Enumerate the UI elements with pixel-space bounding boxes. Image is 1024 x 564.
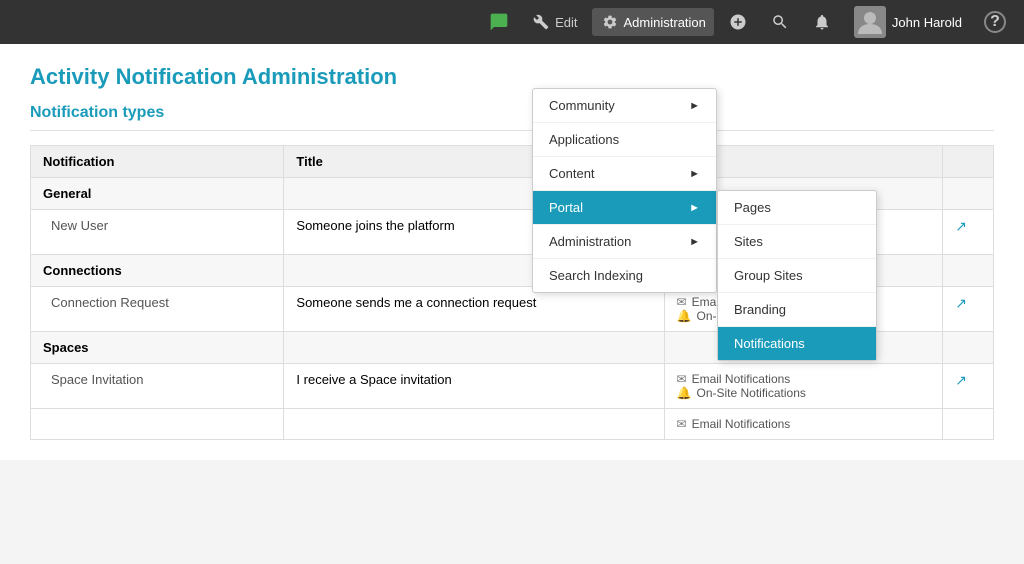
bell-nav-item[interactable]: [804, 8, 840, 36]
search-icon: [770, 12, 790, 32]
dropdown-sub-menu: Pages Sites Group Sites Branding Notific…: [717, 190, 877, 361]
email-icon: ✉: [677, 295, 687, 309]
wrench-icon: [531, 12, 551, 32]
menu-item-content[interactable]: Content ►: [533, 157, 716, 191]
bell-small-icon: 🔔: [677, 309, 692, 323]
help-icon: ?: [984, 11, 1006, 33]
sub-item-branding[interactable]: Branding: [718, 293, 876, 327]
arrow-icon: ►: [689, 202, 700, 214]
admin-dropdown: Community ► Applications Content ► Porta…: [532, 88, 717, 293]
group-label: General: [31, 178, 284, 210]
menu-item-search-indexing[interactable]: Search Indexing: [533, 259, 716, 292]
chat-icon: [489, 12, 509, 32]
section-title: Notification types: [30, 104, 994, 131]
menu-item-administration[interactable]: Administration ►: [533, 225, 716, 259]
chat-nav-item[interactable]: [481, 8, 517, 36]
edit-link[interactable]: ↗: [955, 372, 967, 388]
bell-small-icon: 🔔: [677, 386, 692, 400]
top-navigation: Edit Administration: [0, 0, 1024, 44]
search-nav-item[interactable]: [762, 8, 798, 36]
notification-details: ✉ Email Notifications: [664, 409, 943, 440]
table-row: ✉ Email Notifications: [31, 409, 994, 440]
col-notification: Notification: [31, 146, 284, 178]
add-nav-item[interactable]: [720, 8, 756, 36]
notification-name: Space Invitation: [31, 364, 284, 409]
notification-details: ✉ Email Notifications 🔔 On-Site Notifica…: [664, 364, 943, 409]
arrow-icon: ►: [689, 100, 700, 112]
sub-item-pages[interactable]: Pages: [718, 191, 876, 225]
avatar: [854, 6, 886, 38]
arrow-icon: ►: [689, 236, 700, 248]
notification-title: I receive a Space invitation: [284, 364, 664, 409]
table-row: Space Invitation I receive a Space invit…: [31, 364, 994, 409]
user-name: John Harold: [892, 15, 962, 30]
email-icon: ✉: [677, 372, 687, 386]
edit-label: Edit: [555, 15, 577, 30]
sub-item-sites[interactable]: Sites: [718, 225, 876, 259]
bell-icon: [812, 12, 832, 32]
menu-item-portal[interactable]: Portal ►: [533, 191, 716, 225]
edit-link[interactable]: ↗: [955, 295, 967, 311]
sub-item-group-sites[interactable]: Group Sites: [718, 259, 876, 293]
main-content: Activity Notification Administration Not…: [0, 44, 1024, 460]
notification-title: Someone sends me a connection request: [284, 287, 664, 332]
arrow-icon: ►: [689, 168, 700, 180]
help-nav-item[interactable]: ?: [976, 7, 1014, 37]
add-icon: [728, 12, 748, 32]
group-label: Spaces: [31, 332, 284, 364]
edit-link[interactable]: ↗: [955, 218, 967, 234]
notification-name: New User: [31, 210, 284, 255]
group-label: Connections: [31, 255, 284, 287]
page-title: Activity Notification Administration: [30, 64, 994, 90]
admin-nav-item[interactable]: Administration: [592, 8, 714, 36]
menu-item-applications[interactable]: Applications: [533, 123, 716, 157]
notification-name: Connection Request: [31, 287, 284, 332]
gear-icon: [600, 12, 620, 32]
menu-item-community[interactable]: Community ►: [533, 89, 716, 123]
user-nav-item[interactable]: John Harold: [846, 2, 970, 42]
edit-nav-item[interactable]: Edit: [523, 8, 585, 36]
admin-label: Administration: [624, 15, 706, 30]
email-icon: ✉: [677, 417, 687, 431]
col-actions: [943, 146, 994, 178]
sub-item-notifications[interactable]: Notifications: [718, 327, 876, 360]
dropdown-main-menu: Community ► Applications Content ► Porta…: [532, 88, 717, 293]
